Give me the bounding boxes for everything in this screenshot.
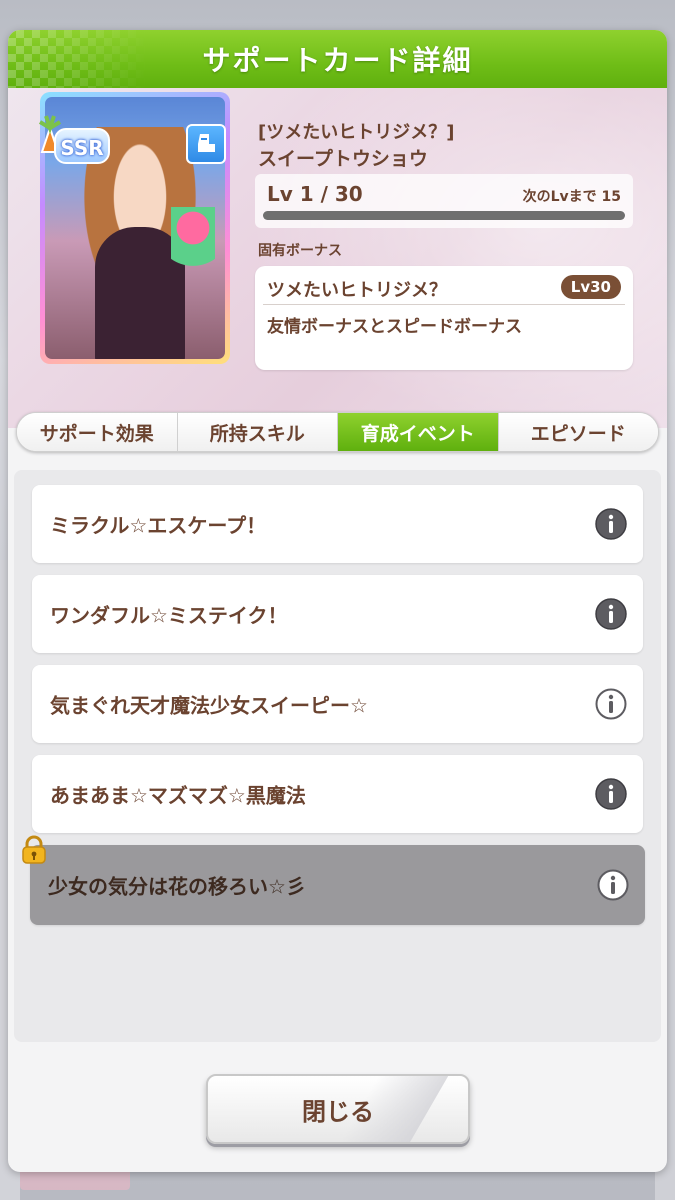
- tab-owned-skills[interactable]: 所持スキル: [177, 413, 338, 451]
- event-label: ワンダフル☆ミステイク！: [50, 603, 288, 628]
- rarity-badge: SSR: [54, 128, 110, 164]
- card-title: [ツメたいヒトリジメ？]: [258, 122, 455, 143]
- level-progress-bar: [263, 211, 625, 220]
- event-label: 気まぐれ天才魔法少女スイーピー☆: [50, 693, 368, 718]
- unique-bonus-title: ツメたいヒトリジメ？: [267, 280, 447, 301]
- level-text: Lv 1 / 30: [267, 182, 363, 206]
- close-button-label: 閉じる: [302, 1097, 374, 1126]
- tab-training-events[interactable]: 育成イベント: [338, 413, 499, 451]
- info-icon[interactable]: [595, 778, 627, 810]
- detail-tabs: サポート効果 所持スキル 育成イベント エピソード: [16, 412, 659, 452]
- next-level-text: 次のLvまで 15: [522, 189, 621, 205]
- info-icon[interactable]: [595, 598, 627, 630]
- event-label: あまあま☆マズマズ☆黒魔法: [50, 783, 306, 808]
- unique-bonus-box: ツメたいヒトリジメ？ Lv30 友情ボーナスとスピードボーナス: [255, 266, 633, 370]
- close-button[interactable]: 閉じる: [206, 1074, 470, 1144]
- boot-glyph-icon: [198, 134, 215, 152]
- card-drink: [171, 207, 215, 277]
- dialog-title: サポートカード詳細: [202, 44, 473, 77]
- unique-bonus-level-badge: Lv30: [560, 275, 621, 299]
- event-label: ミラクル☆エスケープ！: [50, 513, 267, 538]
- tab-episode[interactable]: エピソード: [498, 413, 658, 451]
- event-label: 少女の気分は花の移ろい☆彡: [48, 874, 306, 899]
- info-icon[interactable]: [597, 869, 629, 901]
- unique-bonus-label: 固有ボーナス: [258, 243, 342, 259]
- event-list[interactable]: ミラクル☆エスケープ！ ワンダフル☆ミステイク！ 気まぐれ天才魔法少女スイーピー…: [14, 470, 661, 1042]
- unique-bonus-description: 友情ボーナスとスピードボーナス: [267, 317, 522, 337]
- list-item-locked[interactable]: 少女の気分は花の移ろい☆彡: [22, 835, 645, 925]
- list-item[interactable]: 気まぐれ天才魔法少女スイーピー☆: [32, 665, 643, 743]
- list-item[interactable]: ワンダフル☆ミステイク！: [32, 575, 643, 653]
- divider: [263, 304, 625, 305]
- card-character-name: スイープトウショウ: [258, 148, 428, 170]
- dialog-header: サポートカード詳細: [8, 30, 667, 88]
- level-box: Lv 1 / 30 次のLvまで 15: [255, 174, 633, 228]
- list-item[interactable]: あまあま☆マズマズ☆黒魔法: [32, 755, 643, 833]
- info-icon[interactable]: [595, 688, 627, 720]
- tab-support-effect[interactable]: サポート効果: [17, 413, 178, 451]
- info-icon[interactable]: [595, 508, 627, 540]
- lock-icon: [22, 835, 46, 864]
- speed-boot-icon: [186, 124, 226, 164]
- list-item[interactable]: ミラクル☆エスケープ！: [32, 485, 643, 563]
